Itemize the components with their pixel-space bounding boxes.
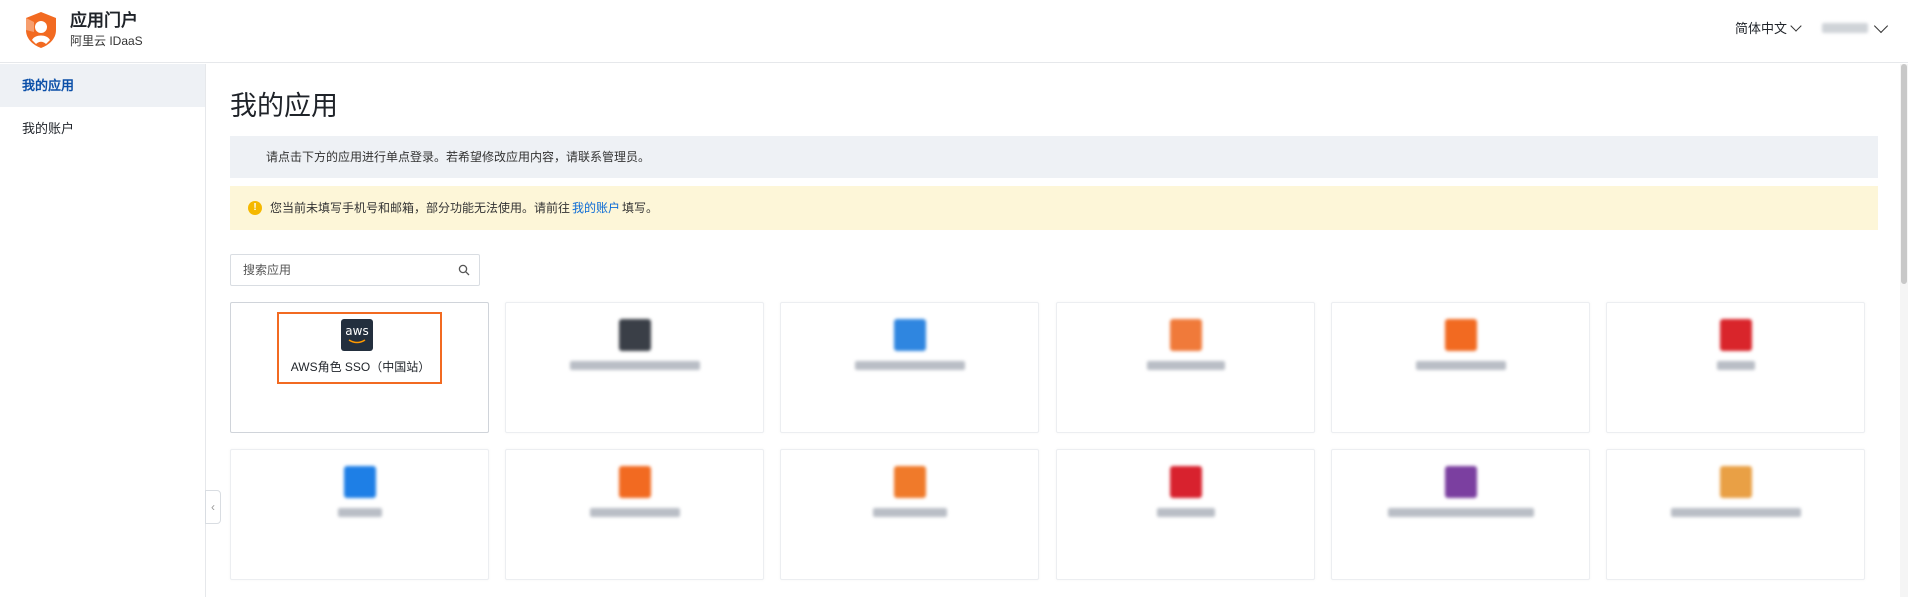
info-notice: 请点击下方的应用进行单点登录。若希望修改应用内容，请联系管理员。 [230, 136, 1878, 178]
app-portal-subtitle: 阿里云 IDaaS [70, 34, 143, 48]
app-card-name [1146, 361, 1225, 370]
app-card-name [1387, 508, 1534, 517]
app-card-name [337, 508, 382, 517]
app-portal-title: 应用门户 [70, 11, 138, 30]
user-menu[interactable] [1822, 18, 1889, 33]
user-name [1822, 22, 1868, 33]
app-icon [893, 466, 926, 498]
my-account-link[interactable]: 我的账户 [572, 186, 620, 230]
app-card[interactable] [1331, 449, 1590, 580]
page-scrollbar[interactable] [1900, 64, 1908, 597]
search-input[interactable] [231, 255, 451, 285]
app-card[interactable] [230, 449, 489, 580]
sidebar-item-my-account[interactable]: 我的账户 [0, 107, 205, 150]
app-card-name [569, 361, 700, 370]
idaas-logo-icon [26, 12, 56, 48]
app-icon [618, 466, 651, 498]
page-title: 我的应用 [230, 91, 338, 121]
chevron-left-icon: ‹ [211, 500, 215, 514]
scrollbar-thumb[interactable] [1901, 64, 1907, 284]
app-icon [1444, 319, 1477, 351]
aws-icon: aws [341, 319, 373, 351]
warning-text-end: 填写。 [622, 201, 659, 215]
app-icon [1444, 466, 1477, 498]
top-header: 应用门户 阿里云 IDaaS 简体中文 [0, 0, 1908, 63]
app-card[interactable] [1606, 302, 1865, 433]
app-icon [343, 466, 376, 498]
app-card-name [872, 508, 947, 517]
language-selector[interactable]: 简体中文 [1734, 18, 1802, 37]
sidebar: 我的应用 我的账户 [0, 64, 206, 597]
app-icon [618, 319, 651, 351]
app-card[interactable] [1056, 449, 1315, 580]
app-card[interactable] [780, 302, 1039, 433]
language-label: 简体中文 [1734, 21, 1787, 36]
sidebar-collapse-button[interactable]: ‹ [205, 490, 221, 524]
app-card-name [1156, 508, 1215, 517]
chevron-down-icon [1873, 18, 1889, 33]
sidebar-item-my-apps[interactable]: 我的应用 [0, 64, 205, 107]
app-icon [893, 319, 926, 351]
app-icon [1719, 466, 1752, 498]
brand-logo-area[interactable]: 应用门户 阿里云 IDaaS [22, 10, 143, 50]
app-card-aws-sso[interactable]: aws AWS角色 SSO（中国站） [230, 302, 489, 433]
app-card-name [589, 508, 680, 517]
search-icon[interactable] [458, 264, 470, 276]
app-card[interactable] [505, 302, 764, 433]
app-card-name [854, 361, 965, 370]
app-card-name: AWS角色 SSO（中国站） [290, 360, 431, 374]
warning-icon: ! [248, 201, 262, 215]
app-icon [1169, 319, 1202, 351]
warning-banner: ! 您当前未填写手机号和邮箱，部分功能无法使用。请前往 我的账户 填写。 [230, 186, 1878, 230]
app-card-name [1670, 508, 1801, 517]
app-card[interactable] [1606, 449, 1865, 580]
app-card-name [1716, 361, 1755, 370]
search-box [230, 254, 480, 286]
app-icon [1169, 466, 1202, 498]
app-card-name [1415, 361, 1506, 370]
warning-text: 您当前未填写手机号和邮箱，部分功能无法使用。请前往 [270, 201, 571, 215]
chevron-down-icon [1790, 19, 1802, 32]
app-card[interactable] [1056, 302, 1315, 433]
app-card[interactable] [505, 449, 764, 580]
app-card[interactable] [1331, 302, 1590, 433]
app-card[interactable] [780, 449, 1039, 580]
app-icon [1719, 319, 1752, 351]
